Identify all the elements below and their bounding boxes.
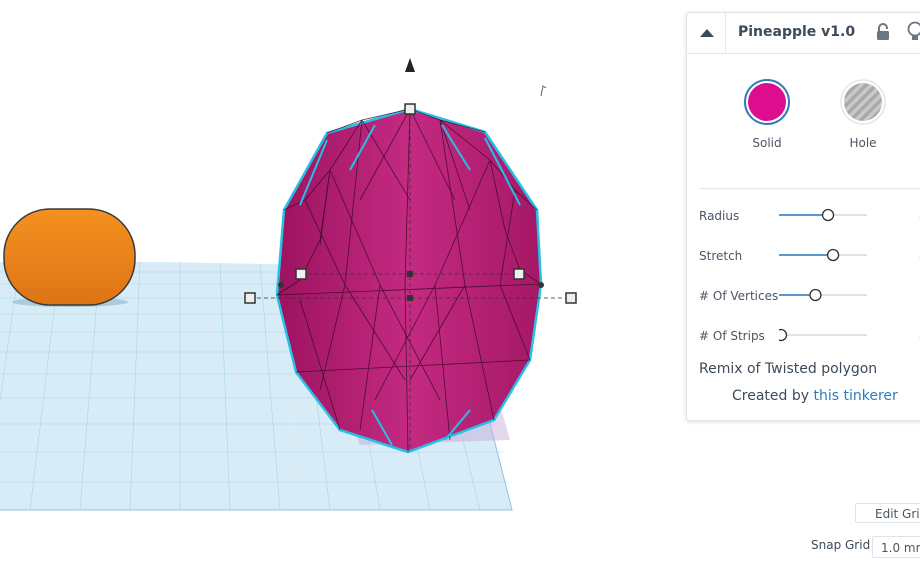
cursor-mark <box>540 85 547 97</box>
lightbulb-icon[interactable] <box>907 21 920 43</box>
param-label: Radius <box>699 209 740 223</box>
radius-slider[interactable] <box>779 203 867 227</box>
slider-thumb[interactable] <box>779 328 788 342</box>
panel-divider <box>699 188 920 189</box>
shape-properties-panel: Pineapple v1.0 Solid Hole Radius Stretch… <box>686 12 920 421</box>
hole-label: Hole <box>849 136 877 150</box>
param-vertices: # Of Vertices 15 <box>699 288 920 313</box>
hole-button[interactable]: Hole <box>833 79 893 150</box>
param-label: # Of Vertices <box>699 289 779 303</box>
corner-handle[interactable] <box>565 292 577 304</box>
collapse-triangle-icon[interactable] <box>699 26 715 40</box>
slider-thumb[interactable] <box>821 208 835 222</box>
strips-slider[interactable] <box>779 323 867 347</box>
shape-title[interactable]: Pineapple v1.0 <box>738 24 855 40</box>
hole-swatch[interactable] <box>840 79 886 125</box>
param-stretch: Stretch 30 <box>699 248 920 273</box>
midpoint-handle[interactable] <box>278 282 284 288</box>
header-divider <box>725 13 726 53</box>
corner-handle[interactable] <box>295 268 307 280</box>
panel-header: Pineapple v1.0 <box>687 13 920 54</box>
param-radius: Radius 30 <box>699 208 920 233</box>
slider-thumb[interactable] <box>826 248 840 262</box>
top-handle[interactable] <box>404 103 416 115</box>
slider-thumb[interactable] <box>809 288 822 302</box>
orange-shape[interactable] <box>3 208 136 306</box>
param-label: # Of Strips <box>699 329 765 343</box>
param-label: Stretch <box>699 249 743 263</box>
creator-link[interactable]: this tinkerer <box>813 388 897 404</box>
corner-handle[interactable] <box>513 268 525 280</box>
snap-grid-select[interactable]: 1.0 mm <box>872 536 920 558</box>
snap-grid-label: Snap Grid <box>811 538 871 552</box>
vertices-slider[interactable] <box>779 283 867 307</box>
remix-text: Remix of Twisted polygon <box>699 361 878 377</box>
solid-label: Solid <box>752 136 782 150</box>
solid-color-swatch[interactable] <box>744 79 790 125</box>
lock-icon[interactable] <box>875 22 891 42</box>
param-strips: # Of Strips 3 <box>699 328 920 353</box>
credit-line: Created by this tinkerer <box>732 388 898 404</box>
corner-handle[interactable] <box>244 292 256 304</box>
midpoint-handle[interactable] <box>407 271 413 277</box>
height-arrow-handle[interactable] <box>405 58 415 72</box>
midpoint-handle[interactable] <box>538 282 544 288</box>
created-by-label: Created by <box>732 388 810 404</box>
stretch-slider[interactable] <box>779 243 867 267</box>
solid-button[interactable]: Solid <box>737 79 797 150</box>
midpoint-handle[interactable] <box>407 295 413 301</box>
edit-grid-button[interactable]: Edit Grid <box>855 503 920 523</box>
